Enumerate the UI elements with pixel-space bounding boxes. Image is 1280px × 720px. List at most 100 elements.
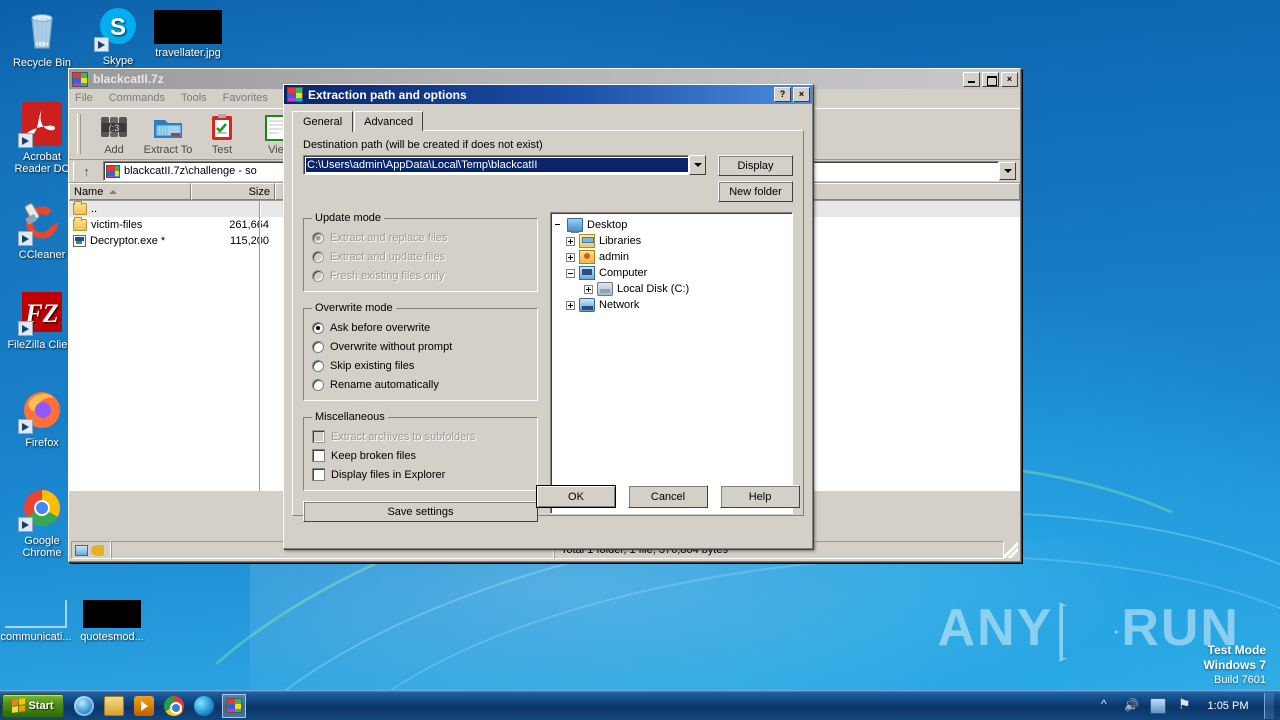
radio-extract-and-update-files[interactable]: Extract and update files — [312, 247, 529, 266]
winrar-task-icon — [226, 698, 242, 713]
option-label: Display files in Explorer — [331, 468, 446, 481]
quick-launch[interactable] — [74, 695, 214, 716]
destination-path-label: Destination path (will be created if doe… — [303, 139, 543, 151]
show-desktop-button[interactable] — [1264, 692, 1274, 719]
radio-rename-automatically[interactable]: Rename automatically — [312, 375, 529, 394]
radio-fresh-existing-files-only[interactable]: Fresh existing files only — [312, 266, 529, 285]
desktop[interactable]: Recycle Bin S Skype travellater.jpg Acro… — [0, 0, 1280, 720]
option-label: Extract archives to subfolders — [331, 430, 476, 443]
taskbar[interactable]: Start 1:05 PM — [0, 690, 1280, 720]
column-header-size[interactable]: Size — [191, 183, 275, 200]
folder-tree-root: Desktop Libraries admin Computer Local D… — [554, 217, 789, 313]
new-folder-button[interactable]: New folder — [718, 181, 793, 202]
libraries-icon — [579, 234, 595, 248]
taskbar-button-winrar[interactable] — [222, 693, 246, 718]
option-label: Keep broken files — [331, 449, 416, 462]
up-arrow-icon[interactable]: ↑ — [73, 161, 99, 181]
sort-ascending-icon — [109, 189, 118, 194]
tree-expander-icon[interactable] — [566, 268, 575, 278]
minimize-button[interactable] — [963, 71, 980, 87]
tree-node-local-disk-c[interactable]: Local Disk (C:) — [554, 281, 789, 297]
toolbar-grip[interactable] — [77, 114, 81, 154]
tab-advanced[interactable]: Advanced — [354, 111, 424, 131]
tree-node-label: Libraries — [599, 235, 642, 247]
dialog-footer: OK Cancel Help — [284, 485, 812, 508]
system-tray[interactable]: 1:05 PM — [1098, 692, 1280, 719]
help-button[interactable]: ? — [774, 87, 791, 102]
tree-expander-icon[interactable] — [566, 252, 575, 262]
tree-expander-icon[interactable] — [584, 284, 593, 294]
toolbar-button-test[interactable]: Test — [195, 113, 249, 156]
winrar-icon — [106, 164, 120, 178]
windows-media-player-icon[interactable] — [134, 695, 154, 716]
desktop-icon-skype[interactable]: S Skype — [80, 4, 156, 67]
cancel-button[interactable]: Cancel — [628, 485, 708, 508]
menu-item-favorites[interactable]: Favorites — [223, 92, 268, 104]
destination-path-input[interactable]: C:\Users\admin\AppData\Local\Temp\blackc… — [303, 155, 689, 175]
tree-node-network[interactable]: Network — [554, 297, 789, 313]
start-label: Start — [28, 699, 54, 712]
test-archive-icon — [206, 113, 238, 143]
radio-overwrite-without-prompt[interactable]: Overwrite without prompt — [312, 337, 529, 356]
toolbar-button-add[interactable]: (:3 Add — [87, 113, 141, 156]
tree-expander-icon[interactable] — [554, 221, 563, 230]
edge-icon[interactable] — [194, 695, 214, 716]
network-icon[interactable] — [1150, 697, 1166, 714]
help-button-footer[interactable]: Help — [720, 485, 800, 508]
chevron-down-icon[interactable] — [689, 155, 706, 175]
toolbar-button-extract-to[interactable]: Extract To — [141, 113, 195, 156]
ok-button[interactable]: OK — [536, 485, 616, 508]
dark-file-icon — [83, 600, 141, 628]
tree-node-admin[interactable]: admin — [554, 249, 789, 265]
internet-explorer-icon[interactable] — [74, 695, 94, 716]
windows-flag-icon — [12, 698, 26, 713]
tree-expander-icon[interactable] — [566, 300, 575, 310]
key-icon — [91, 544, 104, 556]
dialog-tabs[interactable]: General Advanced — [292, 110, 804, 132]
chevron-down-icon[interactable] — [999, 162, 1016, 180]
desktop-icon-quotesmod[interactable]: quotesmod... — [72, 600, 152, 643]
maximize-button[interactable] — [982, 71, 999, 87]
file-name-cell: .. — [69, 201, 191, 215]
display-button[interactable]: Display — [718, 155, 793, 176]
radio-skip-existing-files[interactable]: Skip existing files — [312, 356, 529, 375]
windows-explorer-icon[interactable] — [104, 695, 124, 716]
checkbox-keep-broken-files[interactable]: Keep broken files — [312, 446, 529, 465]
shortcut-overlay-icon — [18, 419, 33, 434]
checkbox-extract-archives-to-subfolders[interactable]: Extract archives to subfolders — [312, 427, 529, 446]
resize-grip[interactable] — [1004, 542, 1018, 558]
test-mode-line: Test Mode — [1207, 643, 1266, 657]
radio-ask-before-overwrite[interactable]: Ask before overwrite — [312, 318, 529, 337]
column-header-label: Name — [74, 185, 104, 198]
menu-item-file[interactable]: File — [75, 92, 93, 104]
menu-item-commands[interactable]: Commands — [109, 92, 165, 104]
desktop-icon-travellater[interactable]: travellater.jpg — [148, 10, 228, 59]
extraction-options-dialog[interactable]: Extraction path and options ? × General … — [283, 84, 813, 549]
close-button[interactable]: × — [1001, 71, 1018, 87]
column-header-name[interactable]: Name — [69, 183, 191, 200]
desktop-icon-recycle-bin[interactable]: Recycle Bin — [4, 6, 80, 69]
show-hidden-icons-icon[interactable] — [1098, 697, 1114, 714]
tree-expander-icon[interactable] — [566, 236, 575, 246]
volume-icon[interactable] — [1124, 698, 1140, 714]
folder-tree[interactable]: Desktop Libraries admin Computer Local D… — [550, 212, 793, 514]
action-center-flag-icon[interactable] — [1176, 696, 1192, 714]
tree-node-computer[interactable]: Computer — [554, 265, 789, 281]
clock[interactable]: 1:05 PM — [1202, 700, 1254, 712]
tree-node-libraries[interactable]: Libraries — [554, 233, 789, 249]
computer-icon — [579, 266, 595, 280]
tree-node-desktop[interactable]: Desktop — [554, 217, 789, 233]
start-button[interactable]: Start — [2, 693, 64, 718]
tab-general[interactable]: General — [292, 111, 354, 132]
column-header-label: Size — [248, 185, 270, 198]
radio-extract-and-replace-files[interactable]: Extract and replace files — [312, 228, 529, 247]
shortcut-overlay-icon — [94, 37, 109, 52]
radio-indicator — [312, 340, 324, 353]
dialog-titlebar[interactable]: Extraction path and options ? × — [284, 85, 812, 104]
list-splitter[interactable] — [259, 201, 261, 491]
desktop-icon-communicati[interactable]: communicati... — [0, 600, 76, 643]
close-icon[interactable]: × — [793, 87, 810, 102]
checkbox-display-files-in-explorer[interactable]: Display files in Explorer — [312, 465, 529, 484]
chrome-icon[interactable] — [164, 695, 184, 716]
menu-item-tools[interactable]: Tools — [181, 92, 207, 104]
